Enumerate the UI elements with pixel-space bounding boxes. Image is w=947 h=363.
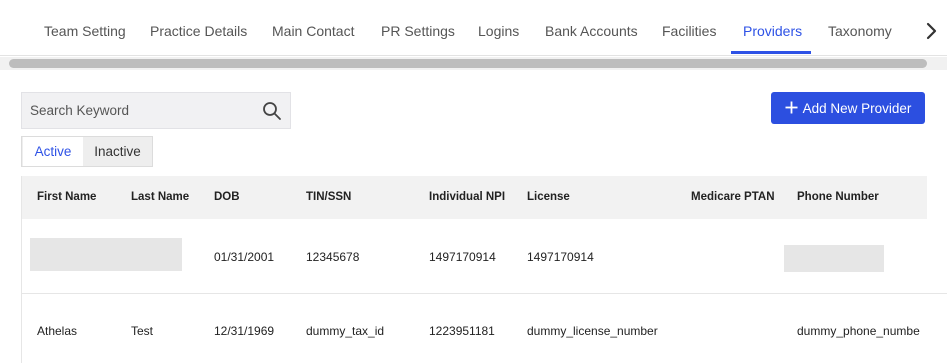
cell-phone: dummy_phone_numbe xyxy=(797,324,920,338)
tab-taxonomy[interactable]: Taxonomy xyxy=(828,23,892,39)
cell-license: 1497170914 xyxy=(527,250,594,264)
cell-npi: 1223951181 xyxy=(429,324,495,338)
tab-facilities[interactable]: Facilities xyxy=(662,23,716,39)
table-row[interactable]: Athelas Test 12/31/1969 dummy_tax_id 122… xyxy=(22,294,947,363)
add-new-provider-label: Add New Provider xyxy=(802,100,912,116)
chevron-right-icon[interactable] xyxy=(920,18,942,44)
search-icon[interactable] xyxy=(262,101,282,121)
cell-dob: 12/31/1969 xyxy=(214,324,275,338)
column-individual-npi[interactable]: Individual NPI xyxy=(429,191,505,203)
column-first-name[interactable]: First Name xyxy=(37,191,96,203)
column-dob[interactable]: DOB xyxy=(214,191,240,203)
cell-license: dummy_license_number xyxy=(527,324,658,338)
column-phone-number[interactable]: Phone Number xyxy=(797,191,879,203)
active-tab-indicator xyxy=(731,51,811,54)
search-box xyxy=(21,92,291,129)
tab-scrollbar[interactable] xyxy=(9,59,927,68)
phone-placeholder xyxy=(784,245,884,272)
column-last-name[interactable]: Last Name xyxy=(131,191,189,203)
tab-practice-details[interactable]: Practice Details xyxy=(150,23,247,39)
cell-npi: 1497170914 xyxy=(429,250,496,264)
tab-providers[interactable]: Providers xyxy=(743,23,802,39)
table-header: First Name Last Name DOB TIN/SSN Individ… xyxy=(22,176,927,219)
search-input[interactable] xyxy=(22,93,257,128)
filter-active[interactable]: Active xyxy=(23,137,83,166)
plus-icon xyxy=(785,99,798,117)
tab-bank-accounts[interactable]: Bank Accounts xyxy=(545,23,638,39)
status-filter-toggle: Active Inactive xyxy=(21,136,153,167)
tab-bar: Team Setting Practice Details Main Conta… xyxy=(0,0,947,56)
cell-tin-ssn: 12345678 xyxy=(306,250,360,264)
table-row[interactable]: 01/31/2001 12345678 1497170914 149717091… xyxy=(22,219,947,294)
tab-logins[interactable]: Logins xyxy=(478,23,519,39)
cell-last-name: Test xyxy=(131,324,154,338)
tab-main-contact[interactable]: Main Contact xyxy=(272,23,354,39)
cell-tin-ssn: dummy_tax_id xyxy=(306,324,385,338)
column-license[interactable]: License xyxy=(527,191,570,203)
column-medicare-ptan[interactable]: Medicare PTAN xyxy=(691,191,775,203)
providers-table: First Name Last Name DOB TIN/SSN Individ… xyxy=(21,176,947,363)
cell-first-name: Athelas xyxy=(37,324,78,338)
tab-team-setting[interactable]: Team Setting xyxy=(44,23,126,39)
cell-dob: 01/31/2001 xyxy=(214,250,275,264)
name-placeholder xyxy=(30,238,182,271)
filter-inactive[interactable]: Inactive xyxy=(84,137,151,166)
column-tin-ssn[interactable]: TIN/SSN xyxy=(306,191,351,203)
tab-pr-settings[interactable]: PR Settings xyxy=(381,23,455,39)
add-new-provider-button[interactable]: Add New Provider xyxy=(771,92,925,124)
